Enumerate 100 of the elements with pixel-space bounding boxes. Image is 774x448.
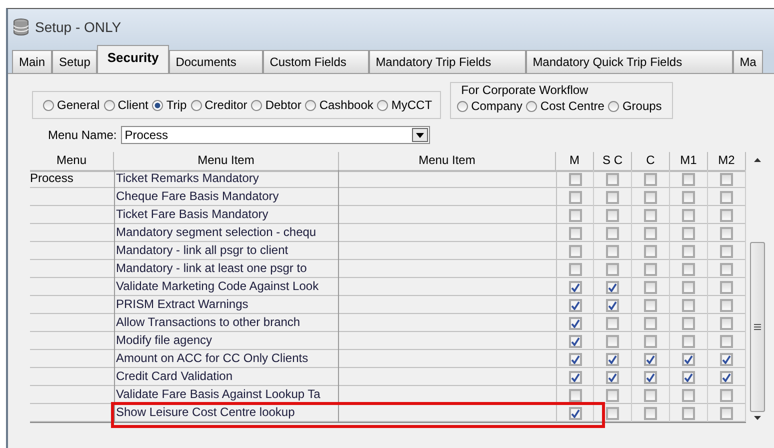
checkbox[interactable]: [682, 244, 695, 258]
tab[interactable]: Setup: [52, 50, 98, 73]
checkbox[interactable]: [644, 190, 657, 204]
checkbox[interactable]: [720, 280, 733, 294]
checkbox[interactable]: [682, 352, 695, 366]
checkbox[interactable]: [606, 172, 619, 186]
checkbox[interactable]: [606, 316, 619, 330]
tab[interactable]: Mandatory Trip Fields: [368, 50, 526, 73]
scroll-up-icon[interactable]: [754, 158, 760, 162]
tab[interactable]: Ma: [732, 50, 764, 73]
checkbox[interactable]: [568, 172, 582, 186]
radio-button[interactable]: General: [43, 98, 100, 112]
checkbox[interactable]: [644, 334, 657, 348]
checkbox[interactable]: [606, 334, 619, 348]
checkbox[interactable]: [682, 370, 695, 384]
radio-button[interactable]: Groups: [608, 99, 662, 113]
column-header: M1: [670, 152, 708, 172]
checkbox[interactable]: [720, 406, 733, 420]
checkbox[interactable]: [720, 298, 733, 312]
checkbox[interactable]: [720, 370, 733, 384]
scroll-thumb[interactable]: [750, 242, 764, 412]
radio-button[interactable]: MyCCT: [377, 98, 432, 112]
radio-button[interactable]: Cost Centre: [526, 99, 604, 113]
tab[interactable]: Custom Fields: [262, 50, 369, 73]
checkbox[interactable]: [644, 388, 657, 402]
checkbox[interactable]: [568, 226, 582, 240]
radio-button[interactable]: Creditor: [190, 98, 248, 112]
checkbox[interactable]: [682, 388, 695, 402]
checkbox[interactable]: [644, 370, 657, 384]
checkbox[interactable]: [720, 226, 733, 240]
radio-button[interactable]: Company: [457, 99, 522, 113]
checkbox[interactable]: [606, 406, 619, 420]
checkbox[interactable]: [682, 280, 695, 294]
checkbox[interactable]: [720, 244, 733, 258]
tab[interactable]: Mandatory Quick Trip Fields: [526, 50, 733, 73]
checkbox[interactable]: [606, 298, 619, 312]
checkbox[interactable]: [606, 262, 619, 276]
checkbox[interactable]: [568, 406, 582, 420]
checkbox[interactable]: [568, 334, 582, 348]
checkbox[interactable]: [568, 190, 582, 204]
checkbox[interactable]: [720, 190, 733, 204]
checkbox[interactable]: [720, 172, 733, 186]
checkbox[interactable]: [568, 280, 582, 294]
tab[interactable]: Security: [97, 45, 169, 73]
database-icon: [13, 18, 29, 36]
table-cell: Amount on ACC for CC Only Clients: [114, 350, 339, 368]
tab[interactable]: Main: [12, 50, 52, 73]
checkbox[interactable]: [606, 388, 619, 402]
checkbox[interactable]: [606, 208, 619, 222]
column-header: M2: [708, 152, 746, 172]
radio-button[interactable]: Debtor: [251, 98, 302, 112]
checkbox[interactable]: [568, 208, 582, 222]
checkbox[interactable]: [720, 352, 733, 366]
checkbox[interactable]: [644, 244, 657, 258]
menu-name-dropdown[interactable]: Process: [120, 126, 430, 144]
checkbox[interactable]: [720, 388, 733, 402]
checkbox[interactable]: [720, 316, 733, 330]
checkbox[interactable]: [644, 262, 657, 276]
checkbox[interactable]: [644, 226, 657, 240]
checkbox[interactable]: [644, 172, 657, 186]
tab[interactable]: Documents: [168, 50, 263, 73]
checkbox[interactable]: [720, 262, 733, 276]
checkbox[interactable]: [644, 352, 657, 366]
checkbox[interactable]: [568, 316, 582, 330]
checkbox[interactable]: [720, 334, 733, 348]
radio-button[interactable]: Trip: [152, 98, 187, 112]
checkbox[interactable]: [568, 298, 582, 312]
checkbox[interactable]: [606, 280, 619, 294]
table-cell: Allow Transactions to other branch: [114, 314, 339, 332]
checkbox[interactable]: [682, 316, 695, 330]
checkbox[interactable]: [644, 406, 657, 420]
checkbox[interactable]: [682, 190, 695, 204]
radio-button[interactable]: Cashbook: [305, 98, 374, 112]
checkbox[interactable]: [682, 208, 695, 222]
checkbox[interactable]: [606, 190, 619, 204]
column-header: Menu: [30, 152, 114, 172]
checkbox[interactable]: [682, 298, 695, 312]
checkbox[interactable]: [644, 208, 657, 222]
checkbox[interactable]: [682, 226, 695, 240]
checkbox[interactable]: [644, 280, 657, 294]
checkbox[interactable]: [568, 244, 582, 258]
column-header: S C: [594, 152, 632, 172]
checkbox[interactable]: [682, 262, 695, 276]
radio-button[interactable]: Client: [104, 98, 148, 112]
field-label: Menu Name:: [48, 128, 117, 142]
checkbox[interactable]: [568, 352, 582, 366]
checkbox[interactable]: [682, 406, 695, 420]
checkbox[interactable]: [606, 352, 619, 366]
scroll-down-icon[interactable]: [754, 416, 760, 420]
checkbox[interactable]: [720, 208, 733, 222]
checkbox[interactable]: [568, 262, 582, 276]
checkbox[interactable]: [606, 244, 619, 258]
checkbox[interactable]: [568, 388, 582, 402]
checkbox[interactable]: [606, 370, 619, 384]
checkbox[interactable]: [644, 298, 657, 312]
checkbox[interactable]: [644, 316, 657, 330]
checkbox[interactable]: [606, 226, 619, 240]
checkbox[interactable]: [568, 370, 582, 384]
checkbox[interactable]: [682, 334, 695, 348]
checkbox[interactable]: [682, 172, 695, 186]
